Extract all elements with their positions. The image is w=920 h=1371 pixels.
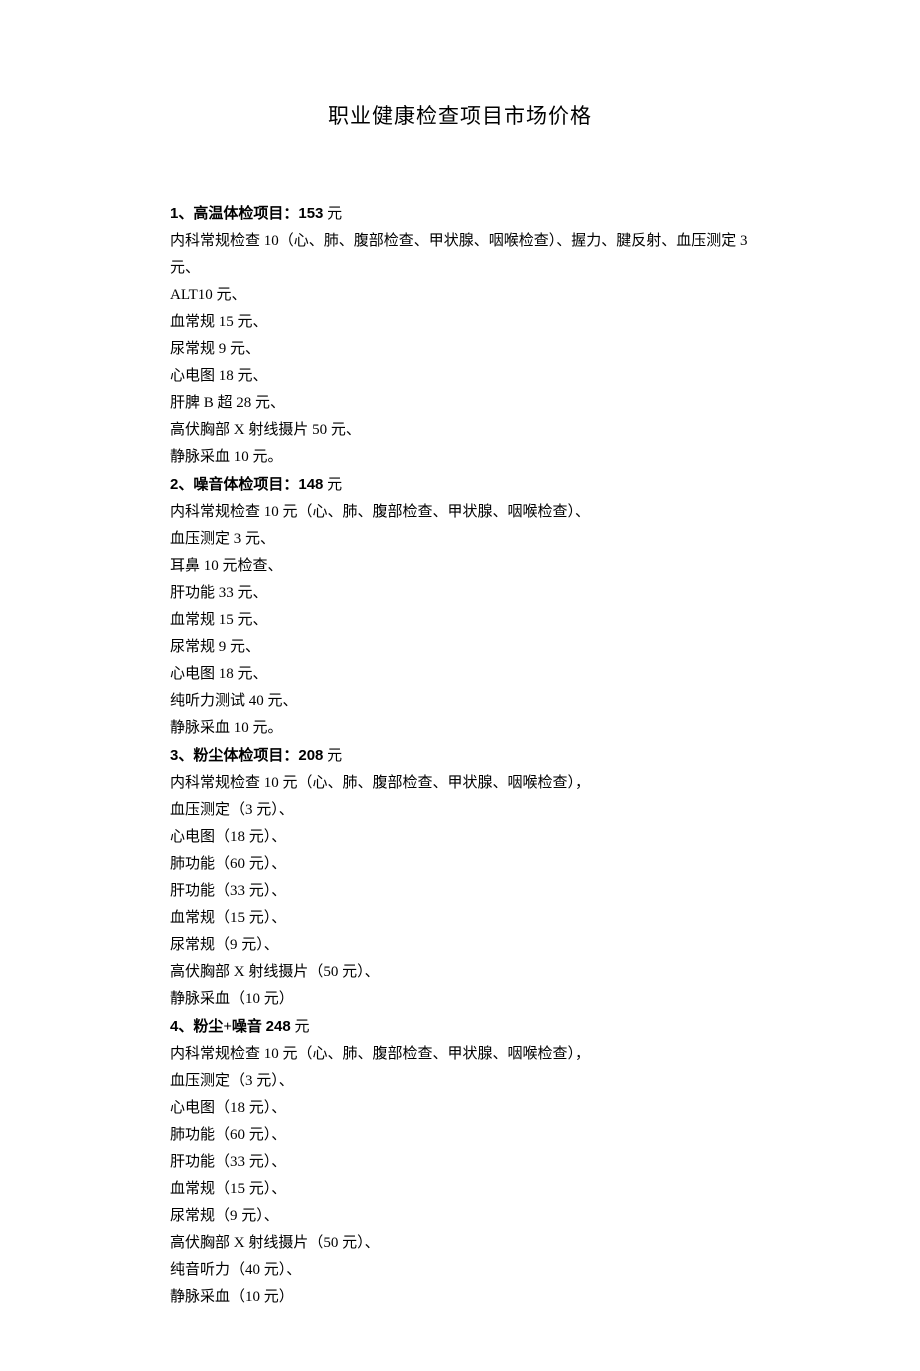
item-line: 纯音听力（40 元）、 (170, 1257, 750, 1284)
section-unit: 元 (323, 748, 342, 764)
item-line: 高伏胸部 X 射线摄片（50 元）、 (170, 959, 750, 986)
item-line: ALT10 元、 (170, 282, 750, 309)
section-label: 、噪音体检项目： (178, 477, 298, 493)
section-title: 3、粉尘体检项目：208 元 (170, 742, 750, 770)
item-line: 尿常规 9 元、 (170, 634, 750, 661)
item-line: 高伏胸部 X 射线摄片（50 元）、 (170, 1230, 750, 1257)
item-line: 肝脾 B 超 28 元、 (170, 390, 750, 417)
item-line: 静脉采血 10 元。 (170, 444, 750, 471)
section-title: 2、噪音体检项目：148 元 (170, 471, 750, 499)
item-line: 血常规 15 元、 (170, 309, 750, 336)
section-title: 1、高温体检项目：153 元 (170, 200, 750, 228)
section-unit: 元 (291, 1019, 310, 1035)
item-line: 静脉采血（10 元） (170, 986, 750, 1013)
section-label: 、高温体检项目： (178, 206, 298, 222)
item-line: 内科常规检查 10（心、肺、腹部检查、甲状腺、咽喉检查）、握力、腱反射、血压测定… (170, 228, 750, 282)
item-line: 心电图 18 元、 (170, 661, 750, 688)
item-line: 血压测定（3 元）、 (170, 797, 750, 824)
document-title: 职业健康检查项目市场价格 (170, 100, 750, 130)
item-line: 心电图 18 元、 (170, 363, 750, 390)
item-line: 肺功能（60 元）、 (170, 1122, 750, 1149)
item-line: 静脉采血 10 元。 (170, 715, 750, 742)
section-label: 、粉尘+噪音 (178, 1019, 265, 1035)
section-unit: 元 (323, 206, 342, 222)
item-line: 内科常规检查 10 元（心、肺、腹部检查、甲状腺、咽喉检查）、 (170, 499, 750, 526)
item-line: 尿常规（9 元）、 (170, 1203, 750, 1230)
document-body: 1、高温体检项目：153 元内科常规检查 10（心、肺、腹部检查、甲状腺、咽喉检… (170, 200, 750, 1311)
item-line: 心电图（18 元）、 (170, 1095, 750, 1122)
section-price: 248 (266, 1018, 291, 1035)
item-line: 耳鼻 10 元检查、 (170, 553, 750, 580)
item-line: 血常规（15 元）、 (170, 1176, 750, 1203)
item-line: 血常规（15 元）、 (170, 905, 750, 932)
item-line: 心电图（18 元）、 (170, 824, 750, 851)
item-line: 肝功能 33 元、 (170, 580, 750, 607)
item-line: 静脉采血（10 元） (170, 1284, 750, 1311)
item-line: 尿常规（9 元）、 (170, 932, 750, 959)
item-line: 纯听力测试 40 元、 (170, 688, 750, 715)
section-unit: 元 (323, 477, 342, 493)
item-line: 肝功能（33 元）、 (170, 1149, 750, 1176)
item-line: 肺功能（60 元）、 (170, 851, 750, 878)
item-line: 血压测定 3 元、 (170, 526, 750, 553)
item-line: 高伏胸部 X 射线摄片 50 元、 (170, 417, 750, 444)
section-label: 、粉尘体检项目： (178, 748, 298, 764)
item-line: 血常规 15 元、 (170, 607, 750, 634)
item-line: 肝功能（33 元）、 (170, 878, 750, 905)
item-line: 内科常规检查 10 元（心、肺、腹部检查、甲状腺、咽喉检查）， (170, 770, 750, 797)
section-title: 4、粉尘+噪音 248 元 (170, 1013, 750, 1041)
document-page: 职业健康检查项目市场价格 1、高温体检项目：153 元内科常规检查 10（心、肺… (0, 0, 920, 1371)
item-line: 血压测定（3 元）、 (170, 1068, 750, 1095)
section-price: 148 (298, 476, 323, 493)
item-line: 内科常规检查 10 元（心、肺、腹部检查、甲状腺、咽喉检查）， (170, 1041, 750, 1068)
section-price: 208 (298, 747, 323, 764)
section-price: 153 (298, 205, 323, 222)
item-line: 尿常规 9 元、 (170, 336, 750, 363)
